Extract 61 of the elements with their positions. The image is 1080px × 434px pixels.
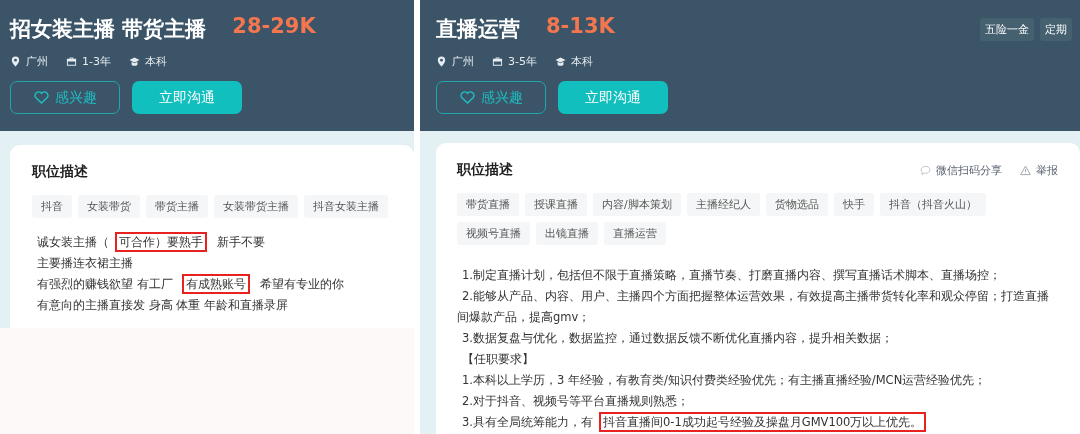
benefit-tag: 定期	[1040, 18, 1072, 41]
description-text: 主要播连衣裙主播	[36, 255, 134, 272]
briefcase-icon	[66, 56, 77, 67]
job-title: 直播运营	[436, 16, 520, 43]
job-meta-text: 广州	[26, 54, 48, 69]
description-text: 希望有专业的你	[258, 276, 345, 293]
description-text: 2.能够从产品、内容、用户、主播四个方面把握整体运营效果，有效提高主播带货转化率和观众停留；打造直播间爆款产品，提高gmv；	[457, 288, 1049, 326]
job-meta-text: 1-3年	[82, 54, 111, 69]
interest-button[interactable]: 感兴趣	[436, 81, 546, 114]
share-link[interactable]: 微信扫码分享	[936, 162, 1002, 178]
job-title: 招女装主播 带货主播	[10, 16, 207, 43]
skill-tag: 内容/脚本策划	[593, 193, 681, 216]
section-heading: 职位描述	[457, 161, 513, 179]
skill-tag: 快手	[833, 193, 874, 216]
heart-icon	[459, 91, 475, 104]
skill-tag: 女装带货主播	[214, 195, 298, 218]
description-text: 【任职要求】	[461, 351, 535, 368]
benefit-tag: 五险一金	[980, 18, 1034, 41]
description-text: 2.对于抖音、视频号等平台直播规则熟悉；	[461, 393, 690, 410]
section-heading: 职位描述	[32, 163, 88, 181]
description-text: 诚女装主播（	[36, 234, 110, 251]
skill-tag: 主播经纪人	[686, 193, 760, 216]
description-text: 3.数据复盘与优化，数据监控，通过数据反馈不断优化直播内容，提升相关数据；	[461, 330, 894, 347]
location-pin-icon	[436, 56, 447, 67]
highlighted-text: 有成熟账号	[182, 274, 251, 294]
salary: 28-29K	[232, 14, 316, 38]
description-text: 有意向的主播直接发 身高 体重 年龄和直播录屏	[36, 297, 289, 314]
description-text: 1.本科以上学历，3 年经验，有教育类/知识付费类经验优先；有主播直播经验/MCN运营经验优先；	[461, 372, 988, 389]
chat-now-button[interactable]: 立即沟通	[132, 81, 242, 114]
job-meta-text: 广州	[452, 54, 474, 69]
skill-tag: 授课直播	[525, 193, 587, 216]
job-meta-text: 本科	[570, 54, 593, 69]
graduation-cap-icon	[554, 56, 566, 67]
chat-now-button[interactable]: 立即沟通	[558, 81, 668, 114]
skill-tag: 视频号直播	[457, 222, 530, 245]
interest-button[interactable]: 感兴趣	[10, 81, 120, 114]
description-text: 3.具有全局统筹能力，有	[461, 414, 594, 431]
warning-icon	[1020, 164, 1031, 176]
briefcase-icon	[492, 56, 503, 67]
skill-tag: 带货直播	[457, 193, 519, 216]
report-link[interactable]: 举报	[1036, 162, 1058, 178]
description-text: 1.制定直播计划，包括但不限于直播策略，直播节奏、打磨直播内容、撰写直播话术脚本、直播场控；	[461, 267, 1002, 284]
highlighted-text: 可合作）要熟手	[115, 232, 207, 252]
skill-tag: 抖音	[32, 195, 72, 218]
skill-tag: 抖音（抖音火山）	[879, 193, 986, 216]
job-meta-text: 3-5年	[508, 54, 537, 69]
skill-tag: 出镜直播	[536, 222, 598, 245]
skill-tag: 女装带货	[78, 195, 140, 218]
skill-tag: 带货主播	[146, 195, 208, 218]
description-text: 有强烈的赚钱欲望 有工厂	[36, 276, 174, 293]
heart-icon	[33, 91, 49, 104]
description-text: 新手不要	[215, 234, 266, 251]
salary: 8-13K	[546, 14, 615, 38]
chat-bubble-icon	[920, 164, 931, 176]
skill-tag: 抖音女装主播	[304, 195, 388, 218]
location-pin-icon	[10, 56, 21, 67]
skill-tag: 直播运营	[604, 222, 666, 245]
skill-tag: 货物选品	[765, 193, 828, 216]
job-meta-text: 本科	[144, 54, 167, 69]
highlighted-text: 抖音直播间0-1成功起号经验及操盘月GMV100万以上优先。	[599, 412, 927, 432]
graduation-cap-icon	[128, 56, 140, 67]
